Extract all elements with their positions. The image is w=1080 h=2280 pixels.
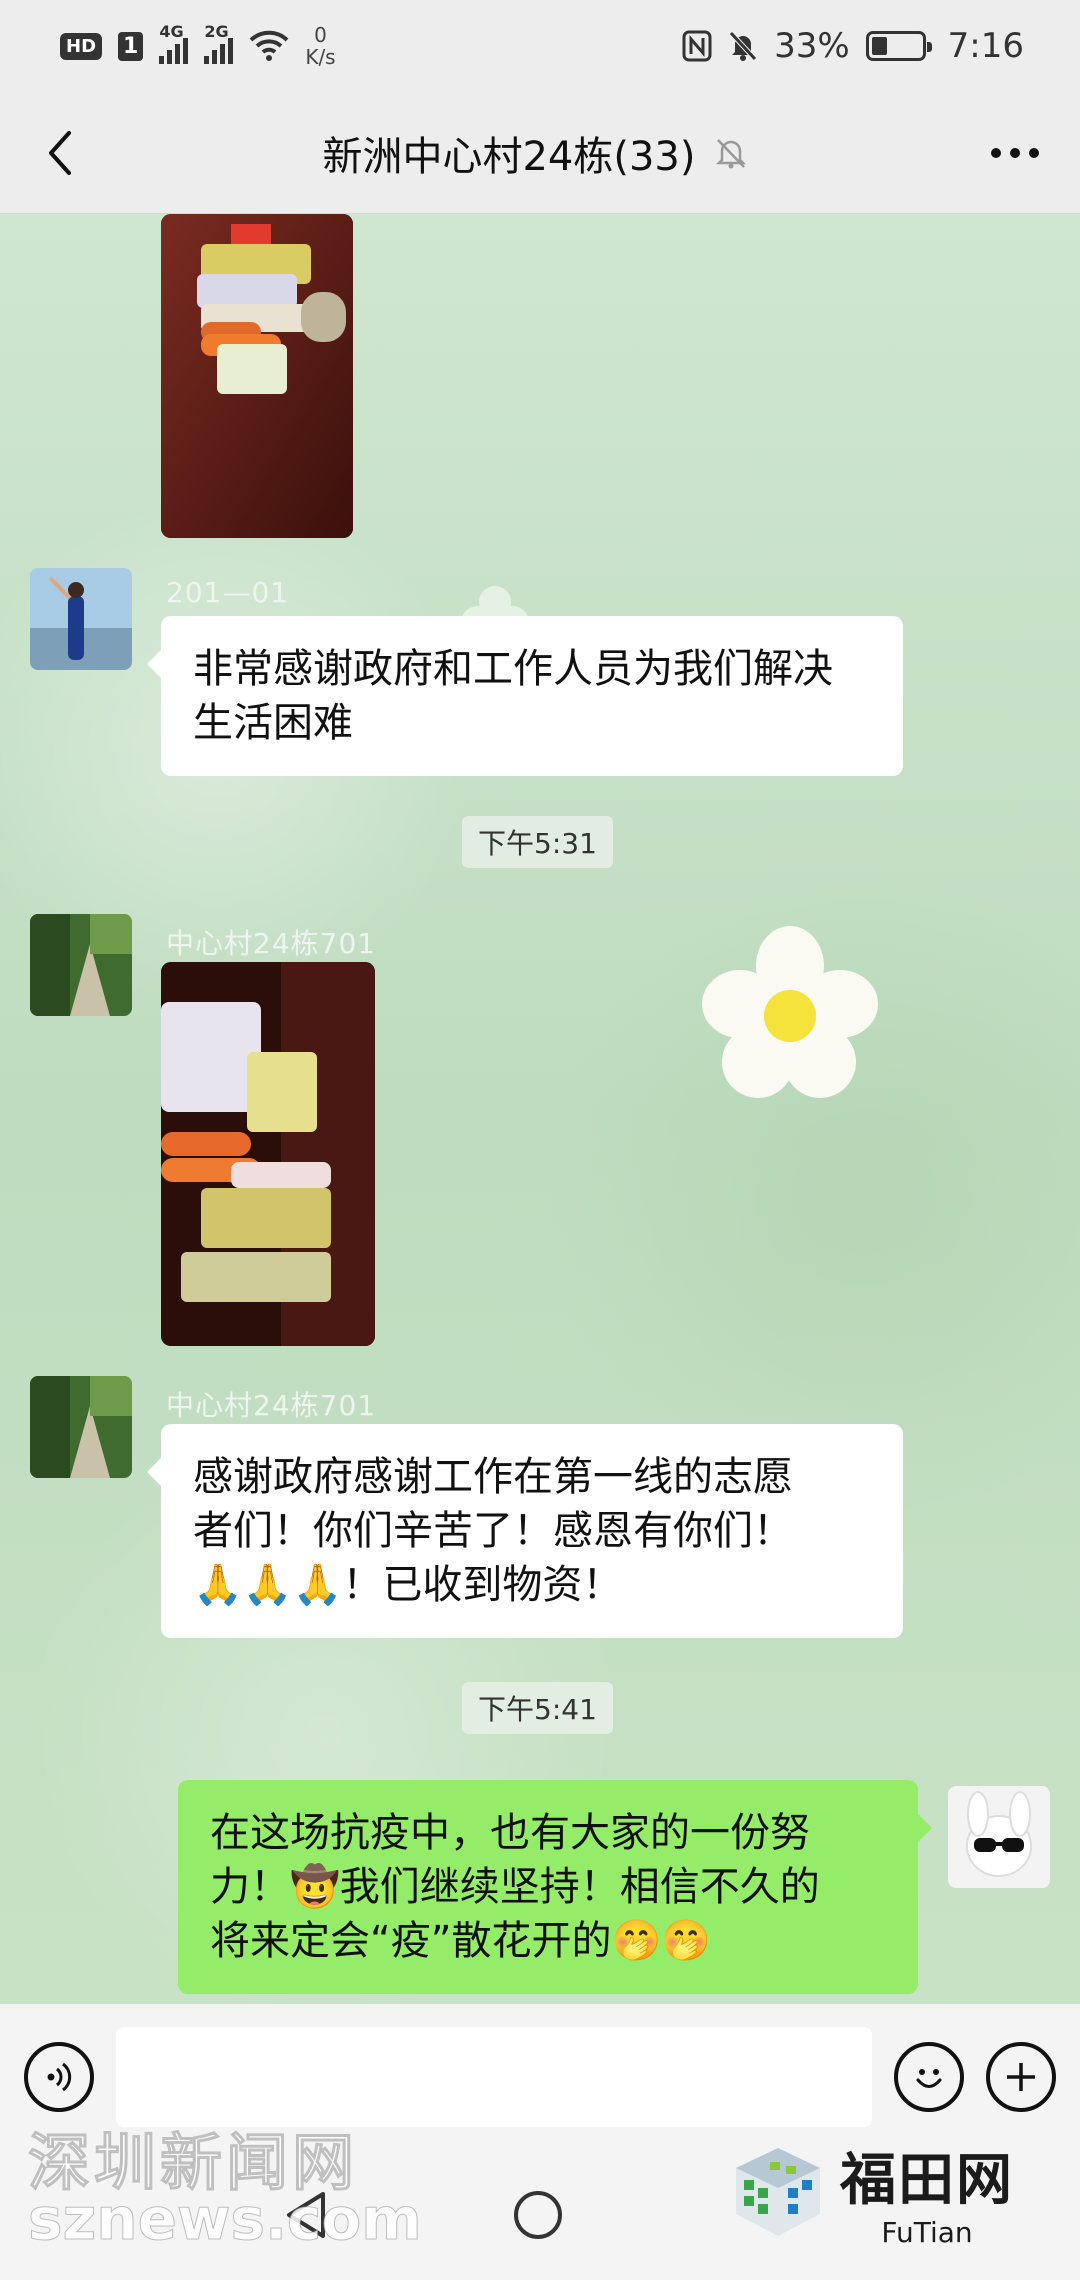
avatar[interactable] xyxy=(30,568,132,670)
message-text: 非常感谢政府和工作人员为我们解决生活困难 xyxy=(193,646,833,746)
futian-cube-logo-icon xyxy=(736,2148,820,2236)
avatar[interactable] xyxy=(30,1376,132,1478)
signal-4g-icon: 4G xyxy=(159,22,189,64)
net-speed: 0 K/s xyxy=(305,24,335,68)
message-line: 力！🤠我们继续坚持！相信不久的 xyxy=(210,1864,820,1910)
message-line: 将来定会“疫”散花开的🤭🤭 xyxy=(210,1918,712,1964)
signal-2g-icon: 2G xyxy=(204,22,234,64)
avatar-image xyxy=(30,914,132,1016)
sender-name: 中心村24栋701 xyxy=(166,927,377,960)
title-group: 新洲中心村24栋(33) xyxy=(322,124,747,182)
futian-wordmark: 福田网 FuTian xyxy=(840,2135,1014,2249)
emoji-button[interactable] xyxy=(894,2042,964,2112)
signal-2g-tag: 2G xyxy=(204,22,229,41)
nfc-icon xyxy=(682,30,712,62)
sender-name: 201—01 xyxy=(166,576,290,609)
grocery-photo xyxy=(161,214,353,538)
avatar-image xyxy=(30,568,132,670)
battery-fill xyxy=(871,37,888,55)
plus-button[interactable] xyxy=(986,2042,1056,2112)
more-dots-icon xyxy=(990,147,1039,158)
status-bar: HD 1 4G 2G 0 K/s 33% 7:16 xyxy=(0,0,1080,92)
timestamp: 下午5:31 xyxy=(462,816,613,868)
avatar[interactable] xyxy=(30,914,132,1016)
text-message[interactable]: 非常感谢政府和工作人员为我们解决生活困难 xyxy=(147,616,903,776)
text-message-mine[interactable]: 在这场抗疫中，也有大家的一份努 力！🤠我们继续坚持！相信不久的 将来定会“疫”散… xyxy=(178,1780,932,1994)
chat-title: 新洲中心村24栋(33) xyxy=(322,133,696,180)
watermark-sznews-en: sznews.com xyxy=(28,2185,423,2254)
more-button[interactable] xyxy=(980,123,1050,183)
sim1-label: 1 xyxy=(118,31,144,61)
signal-4g-tag: 4G xyxy=(159,22,184,41)
back-button[interactable] xyxy=(30,123,90,183)
message-line: 🙏🙏🙏！已收到物资！ xyxy=(193,1562,623,1608)
net-speed-unit: K/s xyxy=(305,45,336,69)
wifi-icon xyxy=(249,30,289,61)
back-chevron-icon xyxy=(49,130,71,175)
status-time: 7:16 xyxy=(947,26,1024,66)
futian-en: FuTian xyxy=(881,2216,973,2249)
chat-header: 新洲中心村24栋(33) xyxy=(0,92,1080,214)
text-message[interactable]: 感谢政府感谢工作在第一线的志愿 者们！你们辛苦了！感恩有你们！ 🙏🙏🙏！已收到物… xyxy=(147,1424,903,1638)
emoji-icon xyxy=(916,2069,942,2088)
watermark-futian: 福田网 FuTian xyxy=(730,2135,1014,2249)
image-message[interactable] xyxy=(161,214,353,538)
voice-icon xyxy=(47,2062,72,2092)
avatar-image xyxy=(30,1376,132,1478)
futian-cn: 福田网 xyxy=(840,2148,1014,2213)
image-message[interactable] xyxy=(161,962,375,1346)
chat-area[interactable]: 201—01 非常感谢政府和工作人员为我们解决生活困难 下午5:31 中心村24… xyxy=(0,214,1080,2004)
hd-badge: HD xyxy=(60,32,103,60)
home-circle-icon[interactable] xyxy=(511,2188,565,2242)
message-line: 感谢政府感谢工作在第一线的志愿 xyxy=(193,1454,793,1500)
mute-bell-icon xyxy=(715,138,746,168)
avatar-image xyxy=(948,1786,1050,1888)
message-line: 者们！你们辛苦了！感恩有你们！ xyxy=(193,1508,793,1554)
my-avatar[interactable] xyxy=(948,1786,1050,1888)
sender-name: 中心村24栋701 xyxy=(166,1389,377,1422)
net-speed-value: 0 xyxy=(314,23,327,47)
mute-bell-status-icon xyxy=(729,31,757,61)
message-line: 在这场抗疫中，也有大家的一份努 xyxy=(210,1810,810,1856)
battery-icon xyxy=(865,31,932,61)
plus-icon xyxy=(1007,2063,1035,2091)
grocery-photo xyxy=(161,962,375,1346)
battery-percent: 33% xyxy=(774,26,850,66)
flower-decoration-icon xyxy=(702,926,878,1098)
voice-button[interactable] xyxy=(24,2042,94,2112)
status-right-group: 33% 7:16 xyxy=(682,26,1024,66)
status-left-group: HD 1 4G 2G 0 K/s xyxy=(60,22,336,68)
timestamp: 下午5:41 xyxy=(462,1682,613,1734)
